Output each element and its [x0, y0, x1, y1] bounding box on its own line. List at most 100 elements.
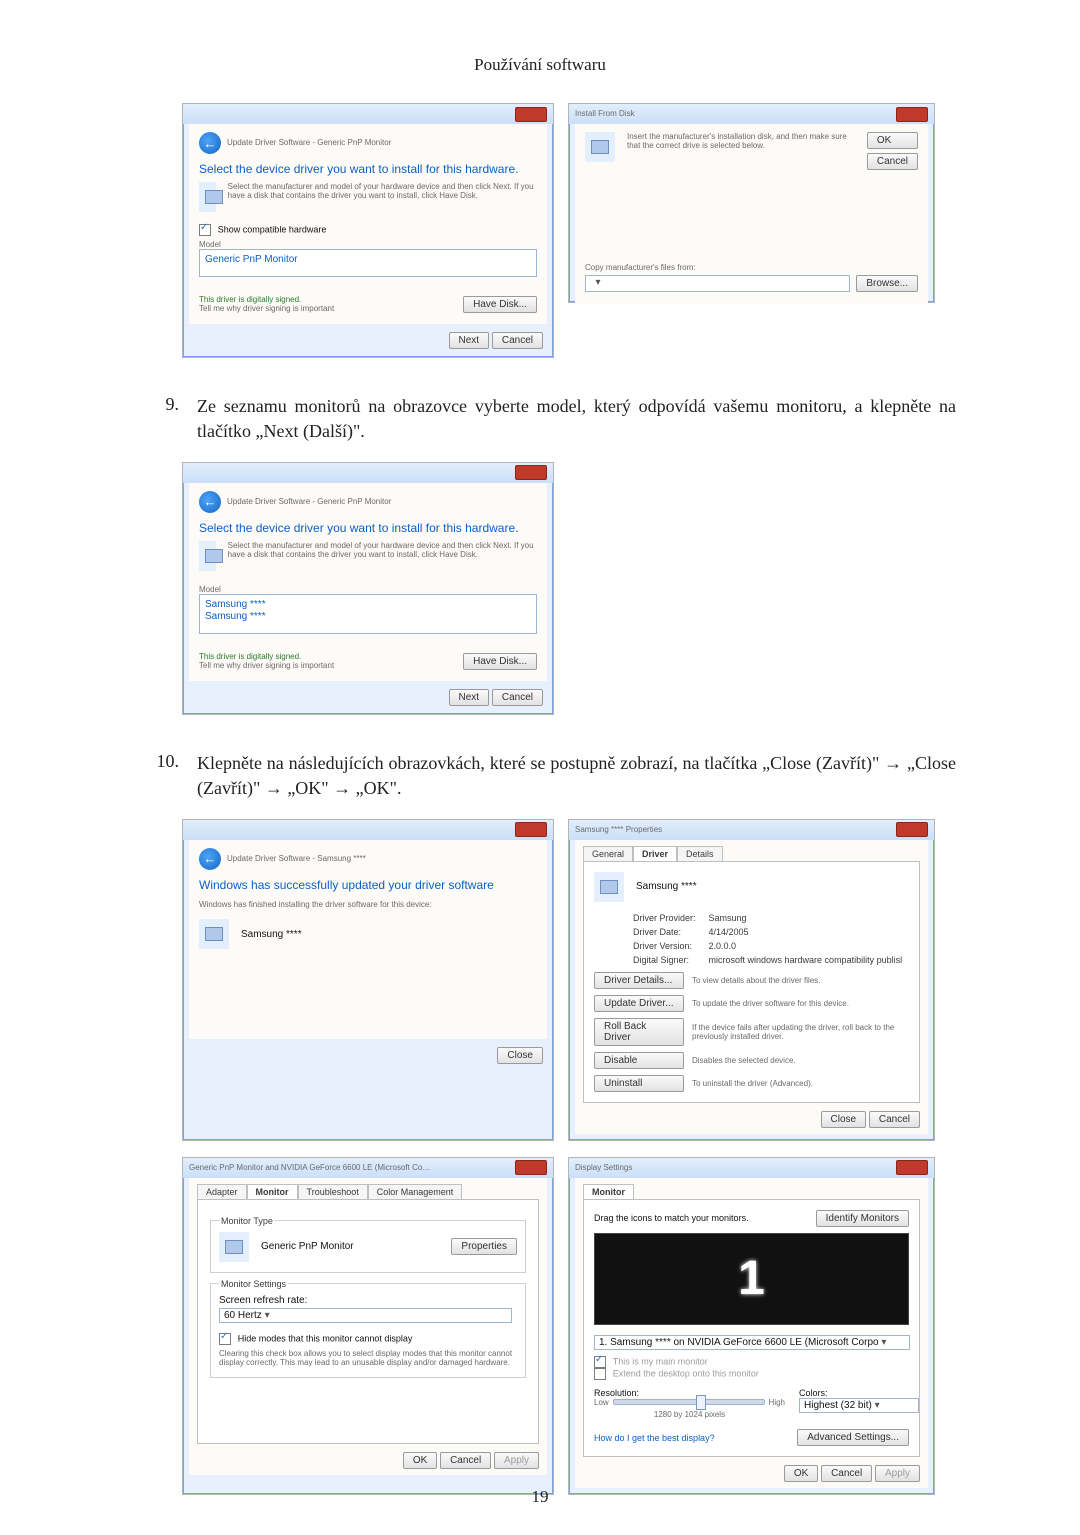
tab-troubleshoot[interactable]: Troubleshoot: [298, 1184, 368, 1199]
model-listbox[interactable]: Generic PnP Monitor: [199, 249, 537, 277]
model-item[interactable]: Generic PnP Monitor: [205, 254, 531, 265]
uninstall-desc: To uninstall the driver (Advanced).: [692, 1079, 909, 1088]
close-icon[interactable]: [515, 465, 547, 480]
ok-button[interactable]: OK: [403, 1452, 437, 1469]
monitor-type-value: Generic PnP Monitor: [261, 1241, 354, 1252]
dialog-heading: Select the device driver you want to ins…: [199, 162, 537, 176]
back-arrow-icon[interactable]: ←: [199, 848, 221, 870]
show-compatible-checkbox[interactable]: [199, 224, 211, 236]
monitor-settings-fieldset: Monitor Settings Screen refresh rate: 60…: [210, 1279, 526, 1378]
provider-label: Driver Provider:: [632, 912, 706, 924]
main-monitor-label: This is my main monitor: [613, 1357, 708, 1367]
close-icon[interactable]: [896, 107, 928, 122]
properties-button[interactable]: Properties: [451, 1238, 517, 1255]
tab-details[interactable]: Details: [677, 846, 723, 861]
close-icon[interactable]: [515, 1160, 547, 1175]
titlebar: Display Settings: [569, 1158, 934, 1178]
next-button[interactable]: Next: [449, 332, 490, 349]
dialog-description: Select the manufacturer and model of you…: [228, 182, 537, 212]
path-select[interactable]: [585, 275, 850, 292]
titlebar: [183, 463, 553, 483]
back-arrow-icon[interactable]: ←: [199, 491, 221, 513]
cancel-button[interactable]: Cancel: [821, 1465, 872, 1482]
hide-modes-checkbox[interactable]: [219, 1333, 231, 1345]
version-value: 2.0.0.0: [708, 940, 904, 952]
device-icon: [199, 919, 229, 949]
dialog-title: Install From Disk: [575, 109, 635, 118]
cancel-button[interactable]: Cancel: [869, 1111, 920, 1128]
main-monitor-checkbox[interactable]: [594, 1356, 606, 1368]
close-icon[interactable]: [515, 822, 547, 837]
rollback-driver-button[interactable]: Roll Back Driver: [594, 1018, 684, 1046]
refresh-rate-select[interactable]: 60 Hertz: [219, 1308, 512, 1323]
model-listbox[interactable]: Samsung **** Samsung ****: [199, 594, 537, 634]
signed-link[interactable]: Tell me why driver signing is important: [199, 304, 334, 313]
apply-button[interactable]: Apply: [875, 1465, 920, 1482]
close-icon[interactable]: [896, 1160, 928, 1175]
model-item[interactable]: Samsung ****: [205, 599, 531, 610]
close-icon[interactable]: [896, 822, 928, 837]
apply-button[interactable]: Apply: [494, 1452, 539, 1469]
update-driver-desc: To update the driver software for this d…: [692, 999, 909, 1008]
monitor-preview[interactable]: 1: [594, 1233, 909, 1325]
tab-adapter[interactable]: Adapter: [197, 1184, 247, 1199]
ok-button[interactable]: OK: [867, 132, 918, 149]
browse-button[interactable]: Browse...: [856, 275, 918, 292]
driver-details-button[interactable]: Driver Details...: [594, 972, 684, 989]
signed-link[interactable]: Tell me why driver signing is important: [199, 661, 334, 670]
model-label: Model: [199, 240, 537, 249]
resolution-slider[interactable]: [613, 1399, 765, 1405]
have-disk-button[interactable]: Have Disk...: [463, 653, 537, 670]
colors-label: Colors:: [799, 1388, 909, 1398]
page-header: Používání softwaru: [124, 55, 956, 75]
provider-value: Samsung: [708, 912, 904, 924]
cancel-button[interactable]: Cancel: [492, 332, 543, 349]
version-label: Driver Version:: [632, 940, 706, 952]
cancel-button[interactable]: Cancel: [492, 689, 543, 706]
monitor-select[interactable]: 1. Samsung **** on NVIDIA GeForce 6600 L…: [594, 1335, 910, 1350]
drag-label: Drag the icons to match your monitors.: [594, 1213, 816, 1223]
back-arrow-icon[interactable]: ←: [199, 132, 221, 154]
breadcrumb: Update Driver Software - Generic PnP Mon…: [227, 497, 391, 506]
cancel-button[interactable]: Cancel: [440, 1452, 491, 1469]
disable-button[interactable]: Disable: [594, 1052, 684, 1069]
ok-button[interactable]: OK: [784, 1465, 818, 1482]
best-display-link[interactable]: How do I get the best display?: [594, 1433, 715, 1443]
close-icon[interactable]: [515, 107, 547, 122]
slider-min-label: Low: [594, 1398, 609, 1407]
rollback-driver-desc: If the device fails after updating the d…: [692, 1023, 909, 1041]
tab-monitor[interactable]: Monitor: [247, 1184, 298, 1199]
titlebar: Samsung **** Properties: [569, 820, 934, 840]
close-button[interactable]: Close: [821, 1111, 867, 1128]
tab-color-management[interactable]: Color Management: [368, 1184, 463, 1199]
resolution-label: Resolution:: [594, 1388, 785, 1398]
model-label: Model: [199, 585, 537, 594]
model-item[interactable]: Samsung ****: [205, 611, 531, 622]
monitor-settings-legend: Monitor Settings: [219, 1279, 288, 1289]
monitor-type-fieldset: Monitor Type Generic PnP Monitor Propert…: [210, 1216, 526, 1273]
refresh-rate-label: Screen refresh rate:: [219, 1295, 517, 1306]
titlebar: [183, 104, 553, 124]
identify-monitors-button[interactable]: Identify Monitors: [816, 1210, 909, 1227]
close-button[interactable]: Close: [497, 1047, 543, 1064]
tab-general[interactable]: General: [583, 846, 633, 861]
show-compatible-label: Show compatible hardware: [218, 225, 327, 235]
tab-monitor[interactable]: Monitor: [583, 1184, 634, 1199]
uninstall-button[interactable]: Uninstall: [594, 1075, 684, 1092]
update-driver-button[interactable]: Update Driver...: [594, 995, 684, 1012]
colors-select[interactable]: Highest (32 bit): [799, 1398, 919, 1413]
tab-driver[interactable]: Driver: [633, 846, 677, 861]
extend-desktop-label: Extend the desktop onto this monitor: [613, 1369, 759, 1379]
have-disk-button[interactable]: Have Disk...: [463, 296, 537, 313]
step-number: 10.: [124, 751, 197, 801]
cancel-button[interactable]: Cancel: [867, 153, 918, 170]
dialog-title: Samsung **** Properties: [575, 825, 662, 834]
extend-desktop-checkbox[interactable]: [594, 1368, 606, 1380]
titlebar: Generic PnP Monitor and NVIDIA GeForce 6…: [183, 1158, 553, 1178]
device-icon: [199, 541, 216, 571]
advanced-settings-button[interactable]: Advanced Settings...: [797, 1429, 909, 1446]
next-button[interactable]: Next: [449, 689, 490, 706]
step-number: 9.: [124, 394, 197, 444]
breadcrumb: Update Driver Software - Samsung ****: [227, 854, 366, 863]
signed-label: This driver is digitally signed.: [199, 652, 334, 661]
